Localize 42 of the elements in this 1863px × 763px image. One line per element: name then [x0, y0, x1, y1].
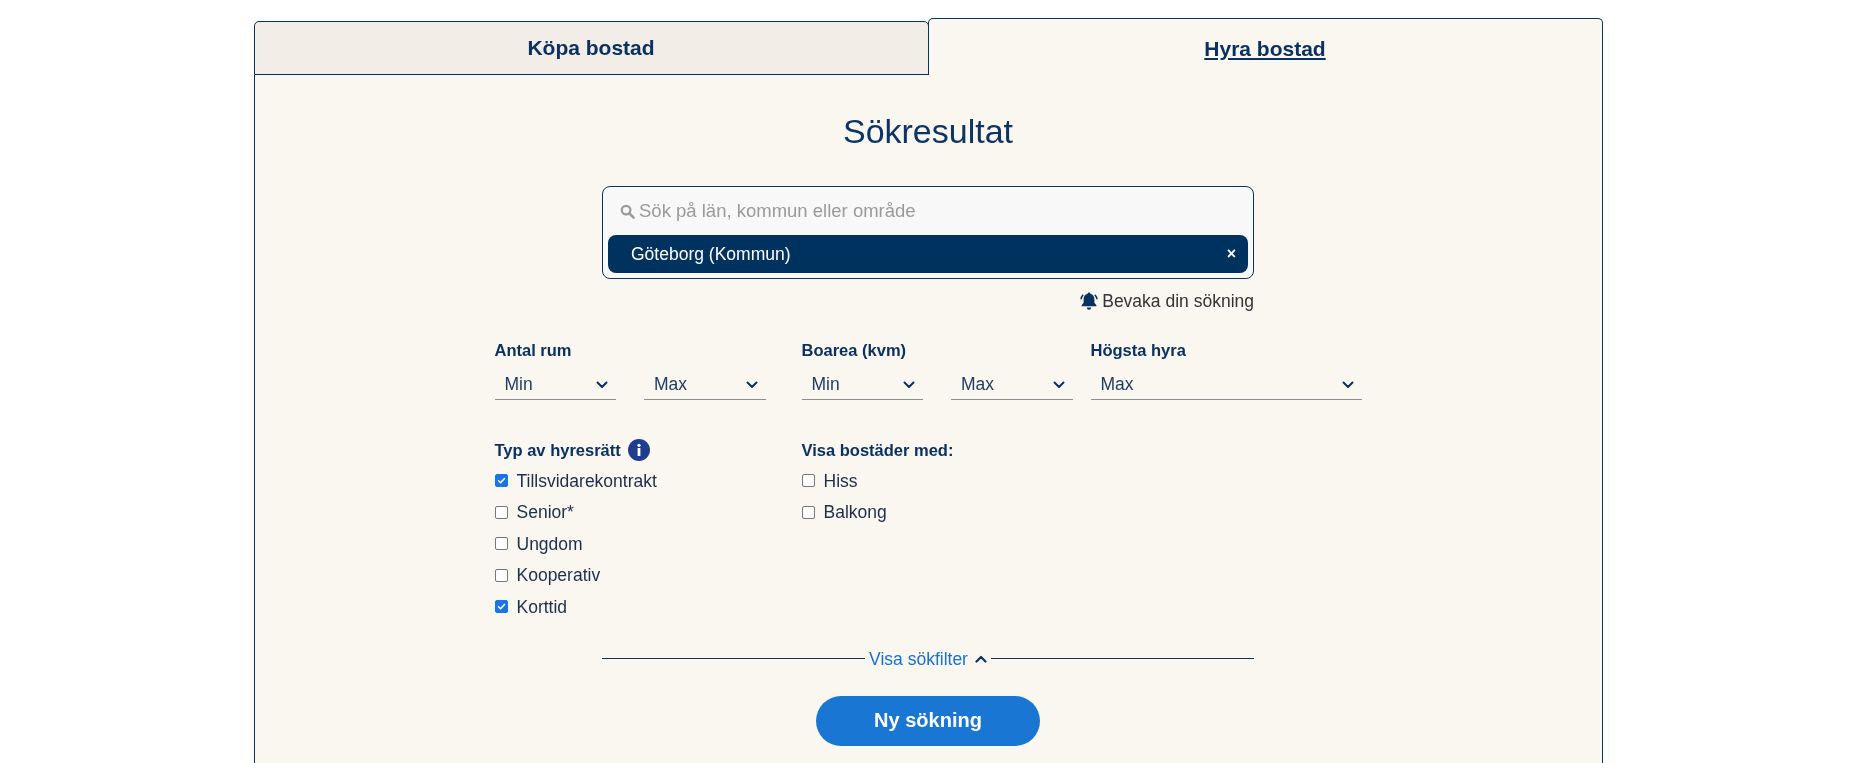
checkbox[interactable]: [801, 474, 815, 488]
show-filters-link[interactable]: Visa sökfilter: [865, 647, 991, 670]
chevron-down-icon: [1341, 380, 1354, 389]
remove-tag-button[interactable]: ×: [1224, 245, 1238, 263]
checkbox-label[interactable]: Ungdom: [516, 532, 583, 555]
new-search-button[interactable]: Ny sökning: [816, 695, 1040, 746]
chevron-down-icon: [1052, 380, 1065, 389]
checkbox-label[interactable]: Senior*: [516, 501, 574, 524]
dropdown[interactable]: Max: [1090, 370, 1362, 400]
bell-icon: [1080, 291, 1099, 311]
tab[interactable]: Köpa bostad: [253, 21, 929, 75]
chevron-down-icon: [903, 380, 915, 389]
checkbox[interactable]: [494, 474, 508, 488]
filter-label: Antal rum: [494, 340, 573, 360]
page-heading: Sökresultat: [842, 111, 1014, 152]
checkbox-label[interactable]: Balkong: [823, 501, 887, 524]
filter-label: Högsta hyra: [1090, 340, 1187, 360]
checkbox[interactable]: [494, 505, 508, 519]
dropdown[interactable]: Min: [801, 370, 923, 400]
group-label: Visa bostäder med:: [801, 440, 954, 460]
filter-label: Boarea (kvm): [801, 340, 908, 360]
checkbox[interactable]: [494, 537, 508, 551]
search-icon: [620, 203, 635, 219]
checkbox[interactable]: [494, 568, 508, 582]
chevron-down-icon: [745, 380, 758, 389]
checkbox-label[interactable]: Hiss: [823, 469, 858, 492]
search-field[interactable]: Sök på län, kommun eller område Göteborg (Kommun) ×: [602, 186, 1254, 279]
checkbox[interactable]: [494, 600, 508, 614]
watch-search-link[interactable]: Bevaka din sökning: [1080, 290, 1254, 312]
dropdown[interactable]: Min: [494, 370, 616, 400]
checkbox-label[interactable]: Kooperativ: [516, 564, 601, 587]
checkbox-label[interactable]: Tillsvidarekontrakt: [516, 469, 657, 492]
chevron-down-icon: [596, 380, 608, 389]
search-input[interactable]: Sök på län, kommun eller område: [639, 196, 1248, 226]
dropdown[interactable]: Max: [644, 370, 766, 400]
group-label: Typ av hyresrätt: [494, 440, 621, 460]
tab[interactable]: Hyra bostad: [927, 18, 1603, 75]
dropdown[interactable]: Max: [951, 370, 1073, 400]
checkbox[interactable]: [801, 505, 815, 519]
checkbox-label[interactable]: Korttid: [516, 595, 568, 618]
tag-label: Göteborg (Kommun): [631, 243, 791, 265]
info-icon[interactable]: [627, 439, 650, 461]
